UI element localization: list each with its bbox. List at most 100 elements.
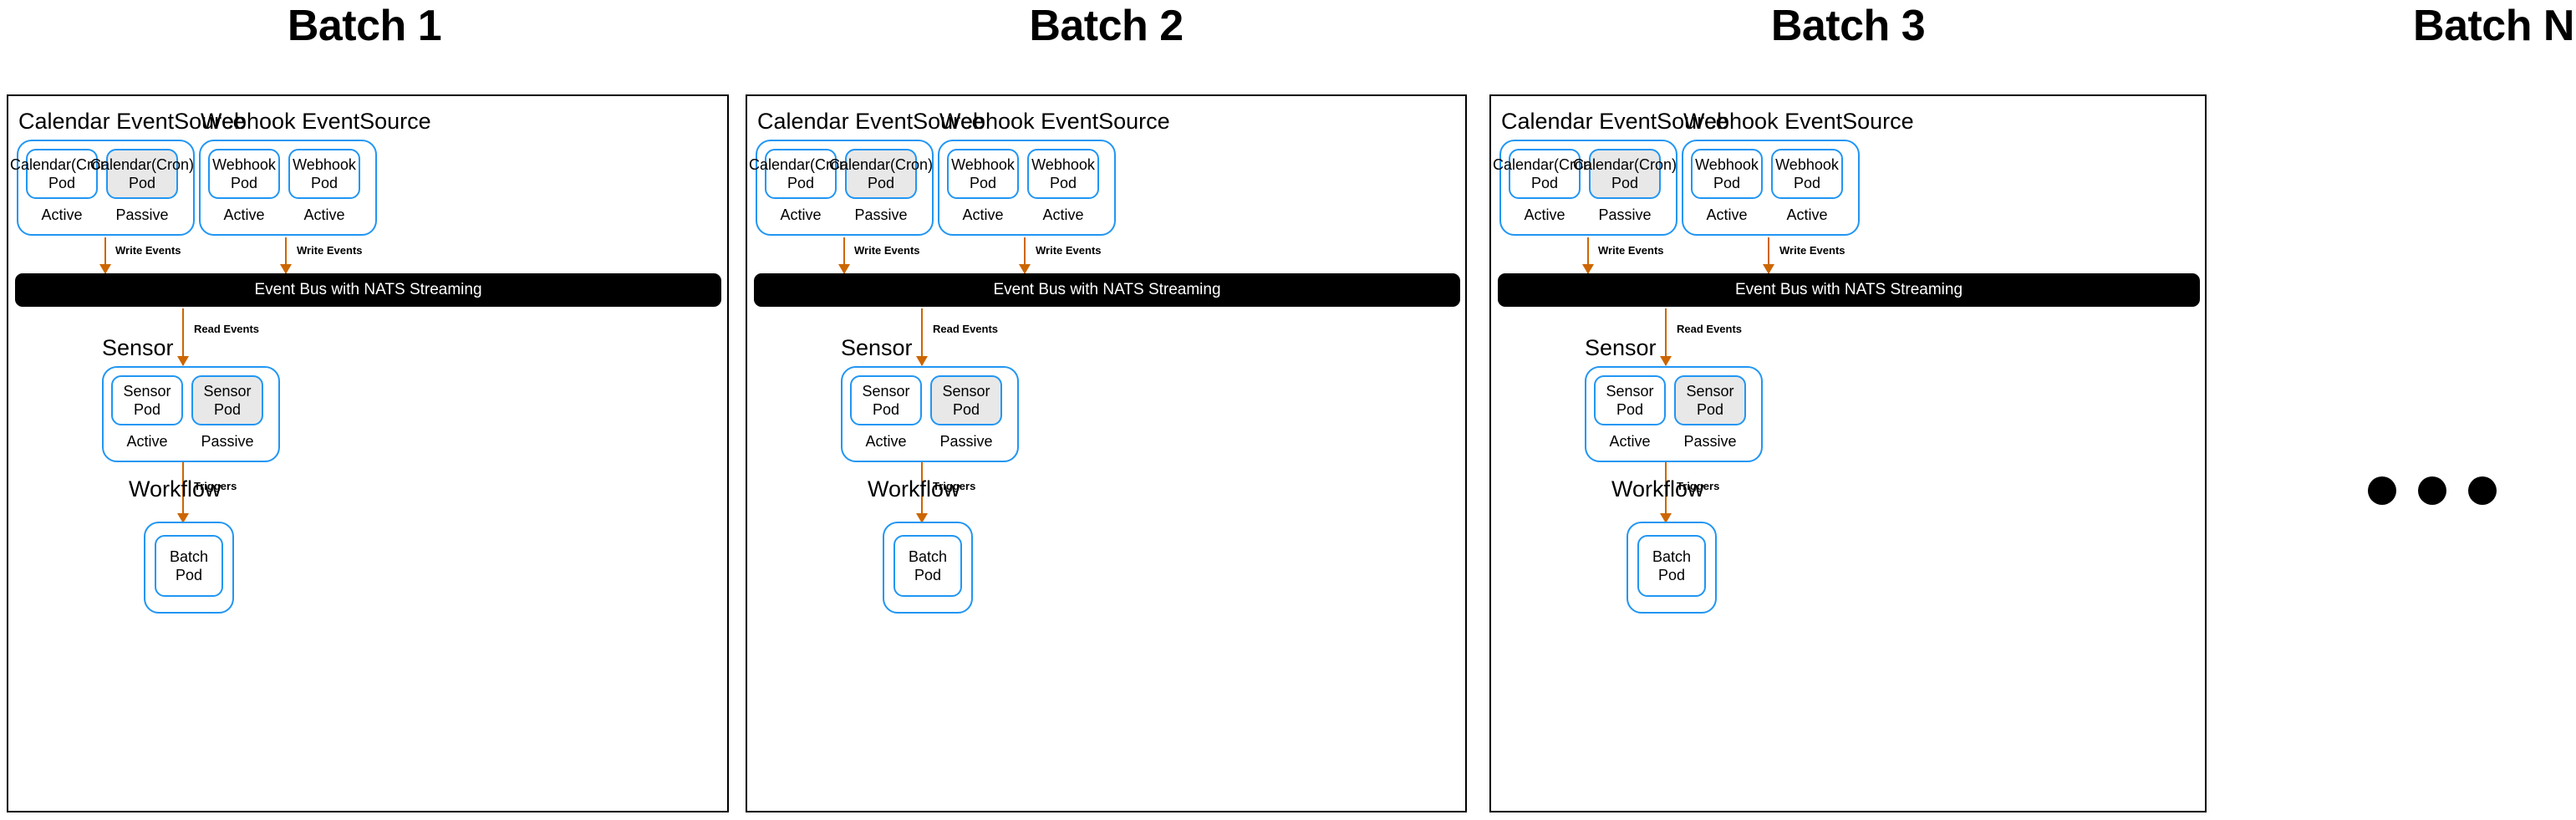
state-active-calendar-3: Active	[1524, 206, 1565, 223]
pod-line-2: Pod	[969, 175, 997, 191]
pod-line-1: Webhook	[212, 155, 276, 173]
pod-line-1: Batch	[169, 548, 209, 565]
pod-line-2: Pod	[1696, 401, 1723, 418]
pod-line-2: Pod	[230, 175, 258, 191]
read-events-label-1: Read Events	[194, 323, 260, 335]
webhook-eventsource-label-1: Webhook EventSource	[201, 109, 431, 134]
state-active-sensor-2: Active	[865, 433, 907, 450]
pod-line-1: Webhook	[1695, 155, 1759, 173]
write-events-arrow-calendar-1	[99, 237, 111, 274]
calendar-cron-pod-active-3[interactable]: Calendar(Cron) Pod	[1493, 149, 1596, 199]
write-events-label-webhook-1: Write Events	[297, 244, 363, 257]
state-passive-sensor-2: Passive	[939, 433, 993, 450]
state-active-sensor-1: Active	[126, 433, 168, 450]
state-passive-sensor-1: Passive	[201, 433, 254, 450]
pod-line-2: Pod	[1793, 175, 1821, 191]
pod-line-1: Sensor	[123, 382, 171, 400]
state-active-sensor-3: Active	[1609, 433, 1651, 450]
pod-line-1: Sensor	[1686, 382, 1734, 400]
pod-line-2: Pod	[1611, 175, 1639, 191]
webhook-pod-active-a-2[interactable]: Webhook Pod	[947, 149, 1019, 199]
sensor-label-3: Sensor	[1585, 335, 1657, 360]
state-active-webhook-b-2: Active	[1042, 206, 1084, 223]
pod-line-1: Calendar(Cron)	[89, 155, 195, 173]
webhook-pod-active-b-3[interactable]: Webhook Pod	[1771, 149, 1843, 199]
webhook-pod-active-a-3[interactable]: Webhook Pod	[1691, 149, 1763, 199]
pod-line-2: Pod	[310, 175, 339, 191]
pod-line-2: Pod	[952, 401, 980, 418]
state-active-calendar-1: Active	[41, 206, 83, 223]
pod-line-1: Sensor	[862, 382, 910, 400]
batch-pod-3[interactable]: Batch Pod	[1637, 535, 1706, 597]
sensor-pod-active-2[interactable]: Sensor Pod	[850, 375, 922, 425]
batch-2-title: Batch 2	[1029, 2, 1184, 50]
calendar-cron-pod-passive-3[interactable]: Calendar(Cron) Pod	[1573, 149, 1677, 199]
batch-n-ellipsis	[2368, 476, 2497, 505]
pod-line-2: Pod	[128, 175, 156, 191]
state-active-webhook-a-3: Active	[1706, 206, 1748, 223]
calendar-cron-pod-active-1[interactable]: Calendar(Cron) Pod	[10, 149, 114, 199]
workflow-label-3: Workflow	[1611, 476, 1704, 502]
batch-panel-1: Calendar EventSource Webhook EventSource…	[7, 94, 729, 812]
ellipsis-dot-icon	[2368, 476, 2396, 505]
sensor-pod-passive-1[interactable]: Sensor Pod	[191, 375, 263, 425]
batch-panel-2: Calendar EventSource Webhook EventSource…	[746, 94, 1467, 812]
state-active-webhook-a-1: Active	[223, 206, 265, 223]
pod-line-2: Pod	[213, 401, 241, 418]
write-events-label-calendar-3: Write Events	[1598, 244, 1664, 257]
calendar-cron-pod-passive-2[interactable]: Calendar(Cron) Pod	[829, 149, 933, 199]
state-active-webhook-b-1: Active	[303, 206, 345, 223]
sensor-pod-active-1[interactable]: Sensor Pod	[111, 375, 183, 425]
state-passive-calendar-3: Passive	[1598, 206, 1652, 223]
read-events-label-3: Read Events	[1677, 323, 1743, 335]
read-events-arrow-2	[916, 308, 928, 366]
pod-line-1: Batch	[908, 548, 948, 565]
read-events-label-2: Read Events	[933, 323, 999, 335]
write-events-arrow-webhook-3	[1763, 237, 1774, 274]
workflow-label-2: Workflow	[868, 476, 960, 502]
webhook-eventsource-label-2: Webhook EventSource	[939, 109, 1170, 134]
pod-line-1: Batch	[1652, 548, 1692, 565]
ellipsis-dot-icon	[2418, 476, 2446, 505]
calendar-cron-pod-active-2[interactable]: Calendar(Cron) Pod	[749, 149, 853, 199]
pod-line-2: Pod	[914, 567, 942, 583]
pod-line-1: Sensor	[1606, 382, 1654, 400]
write-events-label-webhook-2: Write Events	[1036, 244, 1102, 257]
state-active-calendar-2: Active	[780, 206, 822, 223]
write-events-label-webhook-3: Write Events	[1779, 244, 1845, 257]
pod-line-1: Calendar(Cron)	[828, 155, 934, 173]
write-events-arrow-webhook-1	[280, 237, 292, 274]
workflow-label-1: Workflow	[129, 476, 221, 502]
sensor-pod-active-3[interactable]: Sensor Pod	[1594, 375, 1666, 425]
state-active-webhook-a-2: Active	[962, 206, 1004, 223]
webhook-pod-active-b-2[interactable]: Webhook Pod	[1027, 149, 1099, 199]
batch-pod-2[interactable]: Batch Pod	[893, 535, 962, 597]
pod-line-1: Webhook	[1775, 155, 1839, 173]
pod-line-2: Pod	[1657, 567, 1686, 583]
batch-pod-1[interactable]: Batch Pod	[155, 535, 223, 597]
pod-line-1: Webhook	[1031, 155, 1095, 173]
pod-line-2: Pod	[175, 567, 203, 583]
webhook-eventsource-label-3: Webhook EventSource	[1683, 109, 1914, 134]
pod-line-2: Pod	[1616, 401, 1643, 418]
calendar-cron-pod-passive-1[interactable]: Calendar(Cron) Pod	[90, 149, 194, 199]
sensor-pod-passive-2[interactable]: Sensor Pod	[930, 375, 1002, 425]
webhook-pod-active-a-1[interactable]: Webhook Pod	[208, 149, 280, 199]
state-passive-calendar-2: Passive	[854, 206, 908, 223]
pod-line-2: Pod	[867, 175, 895, 191]
sensor-label-1: Sensor	[102, 335, 174, 360]
pod-line-1: Calendar(Cron)	[1572, 155, 1677, 173]
batch-3-title: Batch 3	[1770, 2, 1926, 50]
webhook-pod-active-b-1[interactable]: Webhook Pod	[288, 149, 360, 199]
event-bus-2: Event Bus with NATS Streaming	[754, 273, 1460, 307]
pod-line-2: Pod	[133, 401, 160, 418]
state-active-webhook-b-3: Active	[1786, 206, 1828, 223]
sensor-pod-passive-3[interactable]: Sensor Pod	[1674, 375, 1746, 425]
pod-line-1: Sensor	[942, 382, 990, 400]
event-bus-3: Event Bus with NATS Streaming	[1498, 273, 2200, 307]
pod-line-1: Webhook	[951, 155, 1015, 173]
batch-1-title: Batch 1	[287, 2, 442, 50]
read-events-arrow-3	[1660, 308, 1672, 366]
sensor-label-2: Sensor	[841, 335, 913, 360]
pod-line-1: Sensor	[203, 382, 252, 400]
